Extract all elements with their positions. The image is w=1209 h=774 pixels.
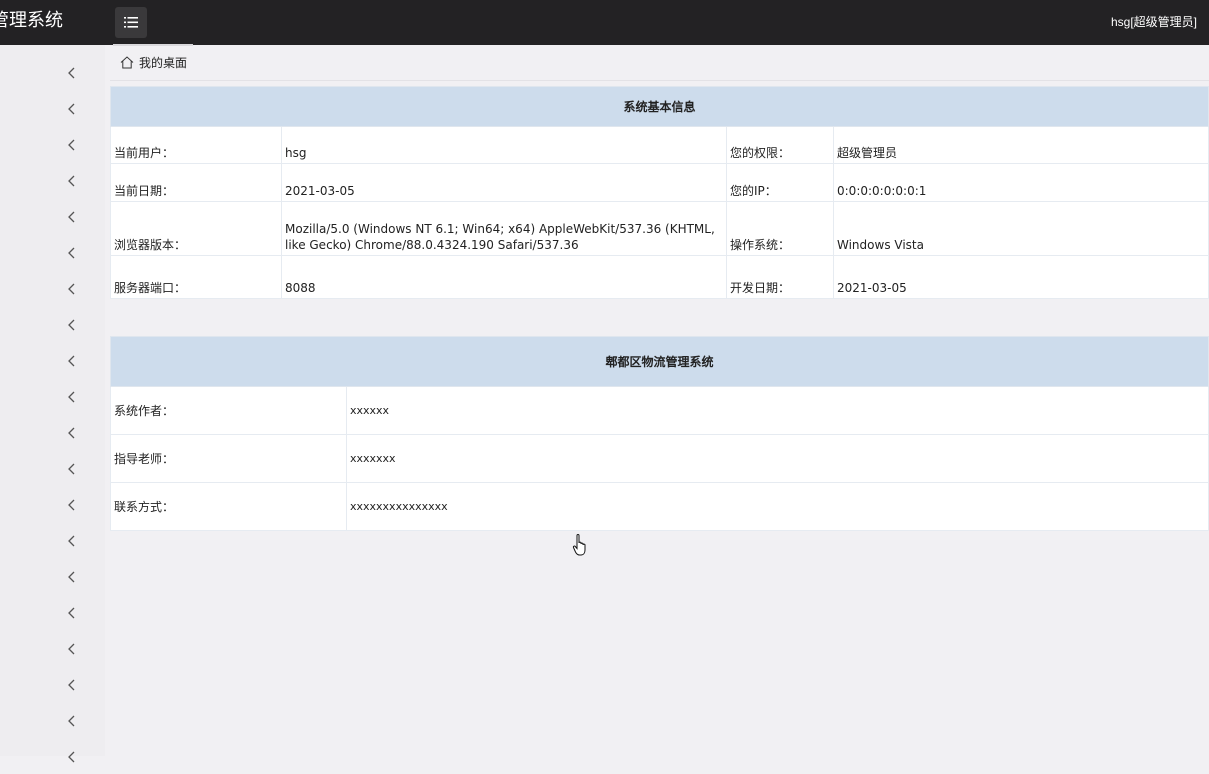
chevron-left-icon: [68, 571, 75, 583]
sidebar-item[interactable]: [0, 594, 105, 630]
sidebar: [0, 45, 105, 763]
value-os: Windows Vista: [833, 201, 1209, 256]
breadcrumb-home[interactable]: 我的桌面: [120, 54, 187, 71]
sidebar-item[interactable]: [0, 198, 105, 234]
label-ip: 您的IP：: [726, 163, 834, 202]
menu-icon: [124, 17, 138, 28]
table-row: 联系方式： xxxxxxxxxxxxxxx: [110, 482, 1209, 531]
label-permission: 您的权限：: [726, 126, 834, 164]
label-author: 系统作者：: [110, 386, 347, 435]
value-current-user: hsg: [281, 126, 727, 164]
sidebar-item[interactable]: [0, 414, 105, 450]
chevron-left-icon: [68, 283, 75, 295]
app-title: 管理系统: [0, 10, 63, 31]
value-server-port: 8088: [281, 255, 727, 299]
value-dev-date: 2021-03-05: [833, 255, 1209, 299]
sidebar-item[interactable]: [0, 270, 105, 306]
value-author: xxxxxx: [346, 386, 1209, 435]
system-info-title: 系统基本信息: [110, 86, 1209, 127]
breadcrumb-home-label: 我的桌面: [139, 56, 188, 70]
label-dev-date: 开发日期：: [726, 255, 834, 299]
sidebar-item[interactable]: [0, 522, 105, 558]
sidebar-item[interactable]: [0, 558, 105, 594]
table-row: 浏览器版本： Mozilla/5.0 (Windows NT 6.1; Win6…: [110, 201, 1209, 256]
chevron-left-icon: [68, 427, 75, 439]
table-row: 当前用户： hsg 您的权限： 超级管理员: [110, 126, 1209, 164]
chevron-left-icon: [68, 643, 75, 655]
value-advisor: xxxxxxx: [346, 434, 1209, 483]
sidebar-item[interactable]: [0, 486, 105, 522]
table-row: 服务器端口： 8088 开发日期： 2021-03-05: [110, 255, 1209, 299]
chevron-left-icon: [68, 319, 75, 331]
chevron-left-icon: [68, 139, 75, 151]
sidebar-item[interactable]: [0, 126, 105, 162]
sidebar-item[interactable]: [0, 378, 105, 414]
chevron-left-icon: [68, 607, 75, 619]
home-icon: [120, 56, 134, 69]
sidebar-item[interactable]: [0, 234, 105, 270]
chevron-left-icon: [68, 103, 75, 115]
about-table: 郫都区物流管理系统 系统作者： xxxxxx 指导老师： xxxxxxx 联系方…: [110, 336, 1209, 531]
chevron-left-icon: [68, 175, 75, 187]
chevron-left-icon: [68, 67, 75, 79]
table-row: 系统作者： xxxxxx: [110, 386, 1209, 435]
table-row: 指导老师： xxxxxxx: [110, 434, 1209, 483]
chevron-left-icon: [68, 535, 75, 547]
chevron-left-icon: [68, 463, 75, 475]
hand-cursor-icon: [572, 534, 586, 556]
chevron-left-icon: [68, 715, 75, 727]
chevron-left-icon: [68, 391, 75, 403]
label-current-user: 当前用户：: [110, 126, 282, 164]
top-bar: 管理系统 hsg[超级管理员]: [0, 0, 1209, 45]
menu-toggle-button[interactable]: [115, 7, 147, 38]
table-row: 当前日期： 2021-03-05 您的IP： 0:0:0:0:0:0:0:1: [110, 163, 1209, 202]
breadcrumb: 我的桌面: [110, 45, 1209, 81]
system-info-table: 系统基本信息 当前用户： hsg 您的权限： 超级管理员 当前日期： 2021-…: [110, 86, 1209, 299]
chevron-left-icon: [68, 679, 75, 691]
sidebar-item[interactable]: [0, 306, 105, 342]
chevron-left-icon: [68, 751, 75, 763]
sidebar-item[interactable]: [0, 54, 105, 90]
value-browser-version: Mozilla/5.0 (Windows NT 6.1; Win64; x64)…: [281, 201, 727, 256]
value-permission: 超级管理员: [833, 126, 1209, 164]
about-title: 郫都区物流管理系统: [110, 336, 1209, 387]
breadcrumb-tab-indicator: [113, 44, 193, 46]
value-contact: xxxxxxxxxxxxxxx: [346, 482, 1209, 531]
label-advisor: 指导老师：: [110, 434, 347, 483]
label-browser-version: 浏览器版本：: [110, 201, 282, 256]
chevron-left-icon: [68, 499, 75, 511]
label-server-port: 服务器端口：: [110, 255, 282, 299]
sidebar-item[interactable]: [0, 738, 105, 774]
sidebar-item[interactable]: [0, 666, 105, 702]
sidebar-item[interactable]: [0, 630, 105, 666]
value-current-date: 2021-03-05: [281, 163, 727, 202]
label-contact: 联系方式：: [110, 482, 347, 531]
sidebar-item[interactable]: [0, 90, 105, 126]
value-ip: 0:0:0:0:0:0:0:1: [833, 163, 1209, 202]
label-current-date: 当前日期：: [110, 163, 282, 202]
label-os: 操作系统：: [726, 201, 834, 256]
sidebar-item[interactable]: [0, 450, 105, 486]
sidebar-item[interactable]: [0, 702, 105, 738]
chevron-left-icon: [68, 247, 75, 259]
chevron-left-icon: [68, 211, 75, 223]
chevron-left-icon: [68, 355, 75, 367]
sidebar-item[interactable]: [0, 162, 105, 198]
sidebar-item[interactable]: [0, 342, 105, 378]
user-menu[interactable]: hsg[超级管理员]: [1111, 13, 1197, 30]
